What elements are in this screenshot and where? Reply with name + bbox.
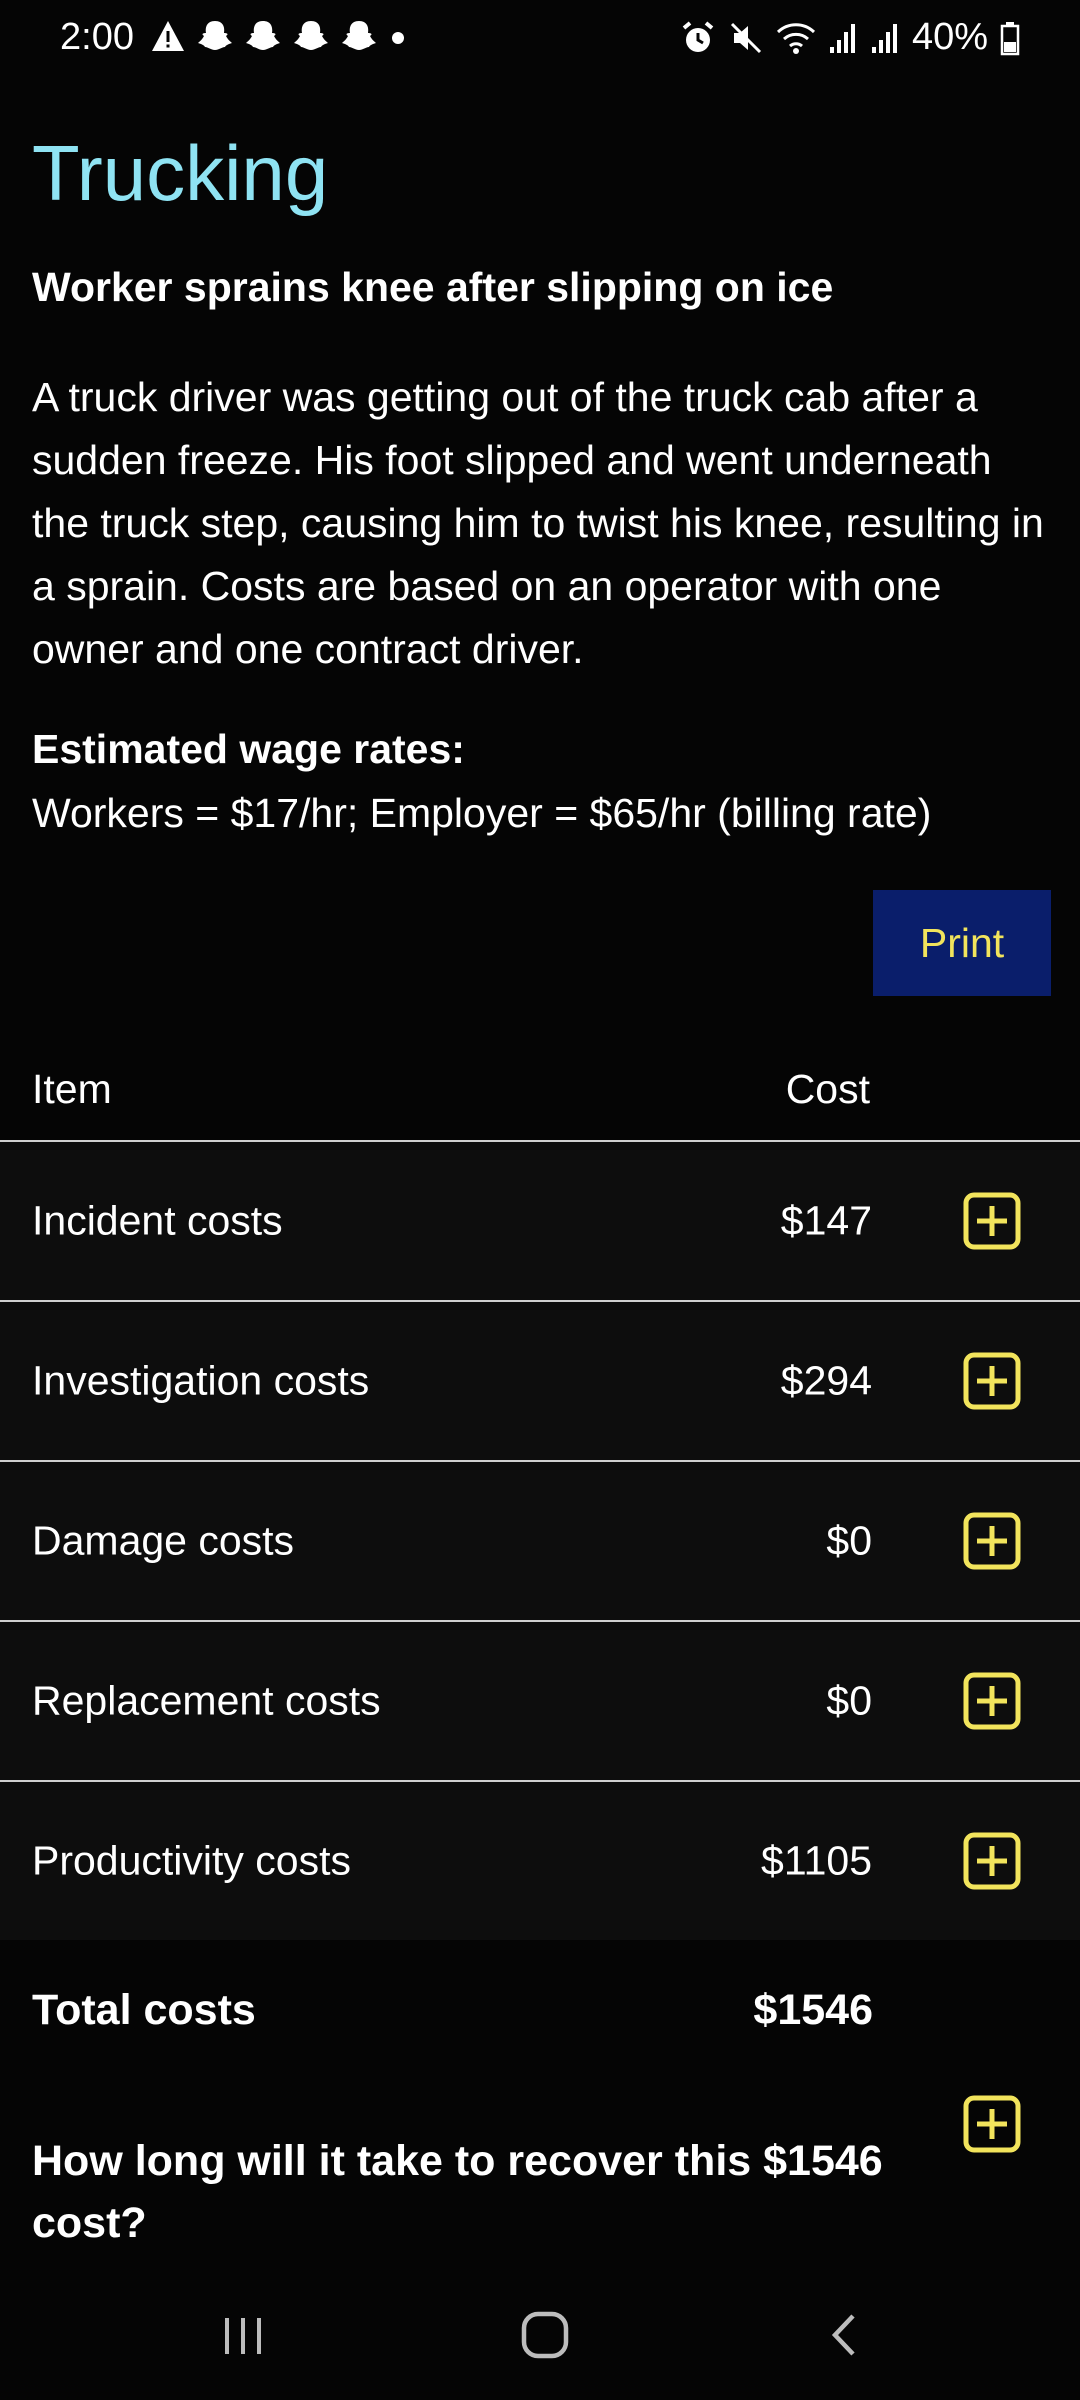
snapchat-icon — [246, 21, 280, 50]
plus-box-icon — [963, 1512, 1021, 1570]
plus-box-icon — [963, 1192, 1021, 1250]
home-button[interactable] — [505, 2300, 585, 2370]
recovery-question: How long will it take to recover this $1… — [32, 2137, 883, 2247]
home-icon — [521, 2311, 569, 2359]
system-status-icons: 40% — [680, 16, 1020, 59]
mute-icon — [730, 22, 761, 53]
row-cost: $0 — [826, 1517, 872, 1564]
recent-apps-button[interactable] — [203, 2300, 283, 2370]
wage-rates-text: Workers = $17/hr; Employer = $65/hr (bil… — [32, 790, 932, 836]
incident-subtitle: Worker sprains knee after slipping on ic… — [32, 264, 834, 310]
back-button[interactable] — [805, 2300, 885, 2370]
battery-percentage: 40% — [911, 16, 988, 58]
snapchat-icon — [342, 21, 376, 50]
expand-incident-costs-button[interactable] — [962, 1191, 1022, 1251]
cost-column-header: Cost — [785, 1066, 870, 1112]
row-label: Replacement costs — [32, 1677, 381, 1724]
row-cost: $0 — [826, 1677, 872, 1724]
cost-table-header: Item Cost — [0, 1036, 1080, 1142]
plus-box-icon — [963, 1672, 1021, 1730]
signal-icon — [871, 23, 897, 53]
wage-rates-heading: Estimated wage rates: — [32, 726, 465, 772]
incident-description: A truck driver was getting out of the tr… — [32, 374, 1044, 672]
wifi-icon — [776, 22, 815, 54]
warning-icon — [152, 21, 184, 51]
dot-icon — [392, 32, 404, 44]
plus-box-icon — [963, 2095, 1021, 2153]
table-row: Damage costs $0 — [0, 1462, 1080, 1622]
total-costs-value: $1546 — [753, 1986, 873, 2034]
total-costs-label: Total costs — [32, 1986, 256, 2034]
plus-box-icon — [963, 1352, 1021, 1410]
expand-recovery-button[interactable] — [962, 2094, 1022, 2154]
row-label: Damage costs — [32, 1517, 295, 1564]
status-bar: 2:00 40% — [0, 0, 1080, 78]
expand-productivity-costs-button[interactable] — [962, 1831, 1022, 1891]
back-icon — [831, 2314, 855, 2356]
status-time: 2:00 — [60, 16, 134, 58]
item-column-header: Item — [32, 1066, 112, 1112]
recent-apps-icon — [225, 2318, 261, 2354]
table-row: Productivity costs $1105 — [0, 1782, 1080, 1940]
notification-icons — [150, 18, 408, 54]
cost-table: Incident costs $147 Investigation costs … — [0, 1142, 1080, 1940]
table-row: Replacement costs $0 — [0, 1622, 1080, 1782]
page-title: Trucking — [32, 129, 329, 217]
navigation-bar — [0, 2270, 1080, 2400]
row-cost: $294 — [780, 1357, 872, 1404]
row-cost: $147 — [780, 1197, 872, 1244]
row-label: Investigation costs — [32, 1357, 370, 1404]
signal-icon — [829, 23, 855, 53]
expand-damage-costs-button[interactable] — [962, 1511, 1022, 1571]
battery-icon — [1000, 21, 1020, 55]
print-button[interactable]: Print — [873, 890, 1051, 996]
row-label: Incident costs — [32, 1197, 283, 1244]
row-cost: $1105 — [761, 1837, 872, 1884]
table-row: Investigation costs $294 — [0, 1302, 1080, 1462]
snapchat-icon — [294, 21, 328, 50]
alarm-icon — [682, 20, 714, 52]
table-row: Incident costs $147 — [0, 1142, 1080, 1302]
snapchat-icon — [198, 21, 232, 50]
expand-replacement-costs-button[interactable] — [962, 1671, 1022, 1731]
expand-investigation-costs-button[interactable] — [962, 1351, 1022, 1411]
plus-box-icon — [963, 1832, 1021, 1890]
row-label: Productivity costs — [32, 1837, 351, 1884]
